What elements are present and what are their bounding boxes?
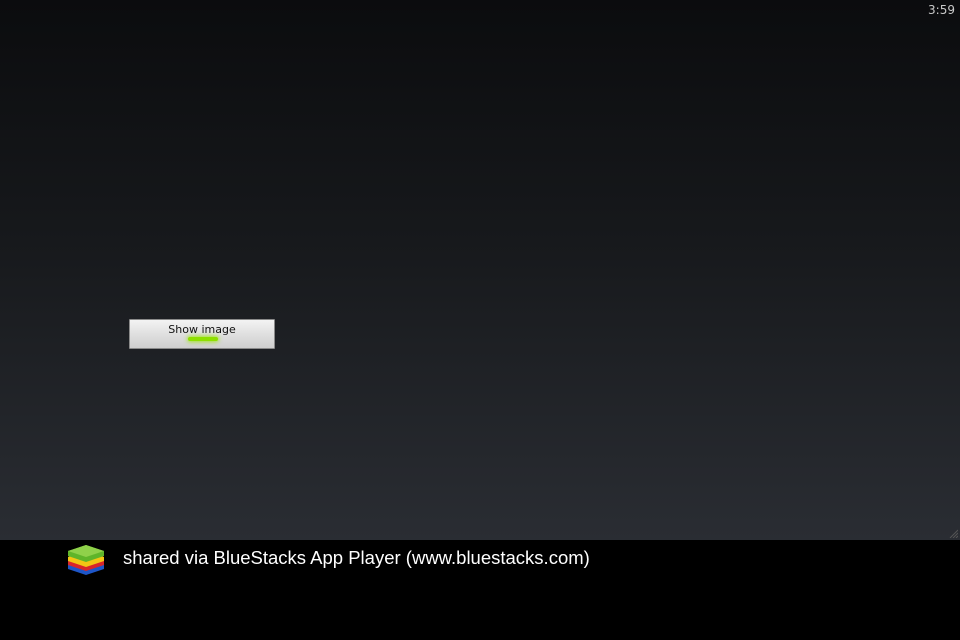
resize-handle-icon[interactable] bbox=[948, 528, 958, 538]
show-image-button[interactable]: Show image bbox=[129, 319, 275, 349]
show-image-button-label: Show image bbox=[168, 323, 236, 336]
status-time: 3:59 bbox=[928, 3, 955, 17]
button-indicator-light bbox=[188, 337, 218, 341]
android-screen: 3:59 Show image bbox=[0, 0, 960, 540]
bluestacks-logo-icon bbox=[68, 545, 104, 575]
share-footer-text: shared via BlueStacks App Player (www.bl… bbox=[123, 547, 590, 568]
